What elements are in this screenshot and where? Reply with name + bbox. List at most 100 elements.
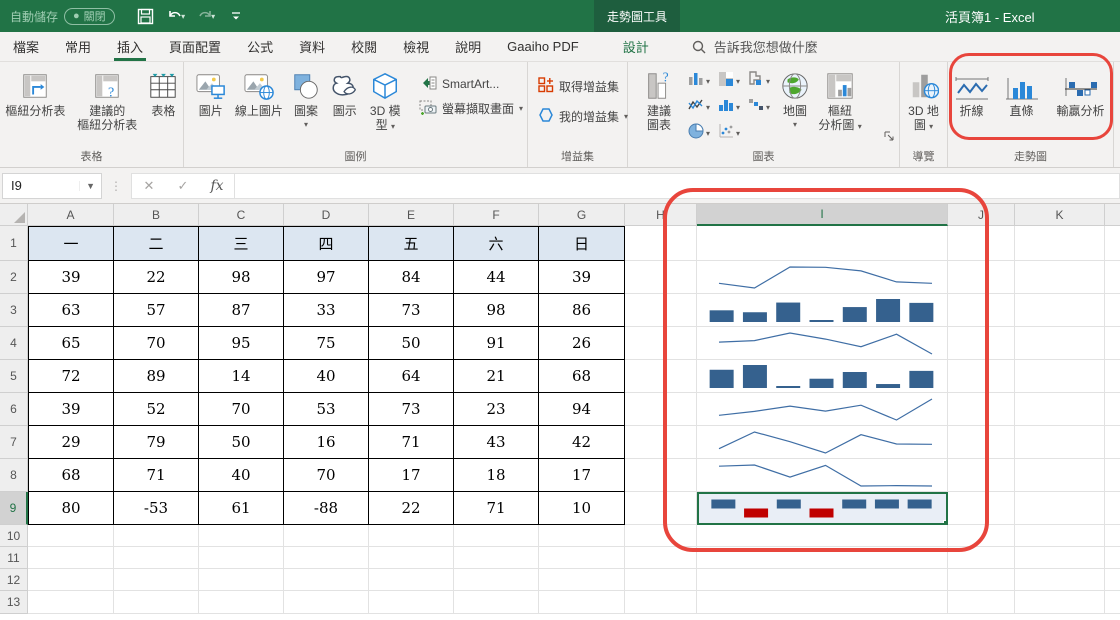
cell-B7[interactable]: 79	[114, 426, 199, 459]
column-header-B[interactable]: B	[114, 204, 199, 226]
cell-B12[interactable]	[114, 569, 199, 591]
cell-D10[interactable]	[284, 525, 369, 547]
tab-5[interactable]: 公式	[234, 32, 286, 61]
online-pictures-button[interactable]: 線上圖片	[232, 66, 287, 118]
row-header-9[interactable]: 9	[0, 492, 28, 525]
sparkline-cell-I5[interactable]	[697, 360, 948, 393]
cell-B1[interactable]: 二	[114, 226, 199, 261]
cell-C10[interactable]	[199, 525, 284, 547]
cell-A12[interactable]	[28, 569, 114, 591]
cell-I12[interactable]	[697, 569, 948, 591]
select-all-corner[interactable]	[0, 204, 28, 226]
cell-F3[interactable]: 98	[454, 294, 539, 327]
fill-handle[interactable]	[943, 520, 948, 525]
cell-F10[interactable]	[454, 525, 539, 547]
cell-F6[interactable]: 23	[454, 393, 539, 426]
cell-E7[interactable]: 71	[369, 426, 454, 459]
column-header-D[interactable]: D	[284, 204, 369, 226]
column-header-I[interactable]: I	[697, 204, 948, 226]
cell-J5[interactable]	[948, 360, 1015, 393]
cell-C5[interactable]: 14	[199, 360, 284, 393]
cell-partial12[interactable]	[1105, 569, 1120, 591]
cell-F9[interactable]: 71	[454, 492, 539, 525]
undo-button[interactable]: ▾	[163, 4, 189, 28]
cell-H2[interactable]	[625, 261, 697, 294]
cell-G11[interactable]	[539, 547, 625, 569]
sparkline-cell-I4[interactable]	[697, 327, 948, 360]
cell-H13[interactable]	[625, 591, 697, 614]
autosave-toggle[interactable]: ●關閉	[64, 8, 115, 25]
cell-E9[interactable]: 22	[369, 492, 454, 525]
cell-H7[interactable]	[625, 426, 697, 459]
row-header-3[interactable]: 3	[0, 294, 28, 327]
3d-models-button[interactable]: 3D 模 型 ▾	[364, 66, 407, 134]
sparkline-column-button[interactable]: 直條	[1000, 72, 1044, 118]
cell-K8[interactable]	[1015, 459, 1105, 492]
cell-D7[interactable]: 16	[284, 426, 369, 459]
row-header-10[interactable]: 10	[0, 525, 28, 547]
cell-D13[interactable]	[284, 591, 369, 614]
pivot-table-button[interactable]: 樞紐分析表	[0, 66, 71, 118]
cell-J10[interactable]	[948, 525, 1015, 547]
cell-K6[interactable]	[1015, 393, 1105, 426]
cell-D1[interactable]: 四	[284, 226, 369, 261]
name-box-caret-icon[interactable]: ▼	[79, 181, 101, 191]
cell-I10[interactable]	[697, 525, 948, 547]
column-header-E[interactable]: E	[369, 204, 454, 226]
cell-B6[interactable]: 52	[114, 393, 199, 426]
cell-C6[interactable]: 70	[199, 393, 284, 426]
maps-button[interactable]: 地圖 ▾	[776, 66, 814, 132]
cell-G5[interactable]: 68	[539, 360, 625, 393]
cell-I11[interactable]	[697, 547, 948, 569]
cell-A11[interactable]	[28, 547, 114, 569]
sparkline-winloss-button[interactable]: 輸贏分析	[1050, 72, 1112, 118]
column-header-C[interactable]: C	[199, 204, 284, 226]
cell-K13[interactable]	[1015, 591, 1105, 614]
sparkline-line-button[interactable]: 折線	[950, 72, 994, 118]
pictures-button[interactable]: 圖片	[190, 66, 232, 118]
cell-G10[interactable]	[539, 525, 625, 547]
table-button[interactable]: 表格	[144, 66, 183, 118]
cell-E12[interactable]	[369, 569, 454, 591]
pivot-chart-button[interactable]: 樞紐 分析圖 ▾	[814, 66, 866, 134]
cell-C8[interactable]: 40	[199, 459, 284, 492]
icons-button[interactable]: 圖示	[326, 66, 364, 118]
cell-partial8[interactable]	[1105, 459, 1120, 492]
cell-E5[interactable]: 64	[369, 360, 454, 393]
cancel-formula-button[interactable]: ✕	[132, 174, 166, 198]
cell-E4[interactable]: 50	[369, 327, 454, 360]
cell-C4[interactable]: 95	[199, 327, 284, 360]
cell-H3[interactable]	[625, 294, 697, 327]
cell-partial4[interactable]	[1105, 327, 1120, 360]
cell-G6[interactable]: 94	[539, 393, 625, 426]
cell-G3[interactable]: 86	[539, 294, 625, 327]
cell-H1[interactable]	[625, 226, 697, 261]
row-header-13[interactable]: 13	[0, 591, 28, 614]
tab-1[interactable]: 檔案	[0, 32, 52, 61]
cell-A1[interactable]: 一	[28, 226, 114, 261]
cell-H5[interactable]	[625, 360, 697, 393]
cell-partial9[interactable]	[1105, 492, 1120, 525]
cell-D12[interactable]	[284, 569, 369, 591]
row-header-12[interactable]: 12	[0, 569, 28, 591]
row-header-8[interactable]: 8	[0, 459, 28, 492]
cell-D5[interactable]: 40	[284, 360, 369, 393]
cell-A9[interactable]: 80	[28, 492, 114, 525]
tab-3[interactable]: 插入	[104, 32, 156, 61]
cell-A6[interactable]: 39	[28, 393, 114, 426]
cell-A8[interactable]: 68	[28, 459, 114, 492]
column-header-J[interactable]: J	[948, 204, 1015, 226]
cell-J13[interactable]	[948, 591, 1015, 614]
cell-F2[interactable]: 44	[454, 261, 539, 294]
cell-A2[interactable]: 39	[28, 261, 114, 294]
cell-K11[interactable]	[1015, 547, 1105, 569]
cell-K12[interactable]	[1015, 569, 1105, 591]
column-header-K[interactable]: K	[1015, 204, 1105, 226]
column-header-G[interactable]: G	[539, 204, 625, 226]
formula-input[interactable]	[235, 173, 1120, 199]
cell-partial3[interactable]	[1105, 294, 1120, 327]
cell-K1[interactable]	[1015, 226, 1105, 261]
cell-K3[interactable]	[1015, 294, 1105, 327]
cell-J4[interactable]	[948, 327, 1015, 360]
cell-G12[interactable]	[539, 569, 625, 591]
